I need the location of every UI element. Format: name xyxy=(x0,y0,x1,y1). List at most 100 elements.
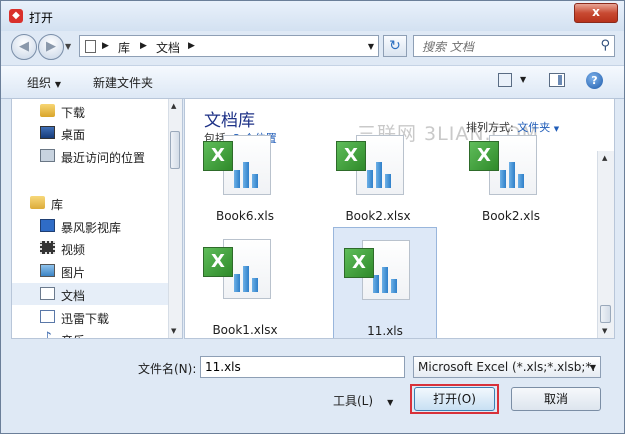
sidebar-item-pictures[interactable]: 图片 xyxy=(12,260,170,282)
arrange-value[interactable]: 文件夹 xyxy=(517,121,550,134)
new-folder-button[interactable]: 新建文件夹 xyxy=(93,74,153,91)
address-dropdown-icon[interactable]: ▼ xyxy=(368,42,374,51)
open-file-dialog: ◆ 打开 x ◀ ▶ ▼ ▶ 库 ▶ 文档 ▶ ▼ ↻ ⚲ 组织 ▼ 新建文件夹… xyxy=(0,0,625,434)
view-dropdown-icon[interactable]: ▼ xyxy=(520,75,526,84)
video-icon xyxy=(40,241,55,254)
library-title: 文档库 xyxy=(204,111,255,131)
help-icon[interactable]: ? xyxy=(586,72,603,89)
sidebar-item-videos[interactable]: 视频 xyxy=(12,237,170,259)
documents-icon xyxy=(40,287,55,300)
excel-logo-icon: X xyxy=(469,141,499,171)
sidebar-item-recent-places[interactable]: 最近访问的位置 xyxy=(12,145,170,167)
refresh-icon[interactable]: ↻ xyxy=(383,35,407,57)
search-box[interactable]: ⚲ xyxy=(413,35,615,57)
recent-places-icon xyxy=(40,149,55,162)
navigation-bar: ◀ ▶ ▼ ▶ 库 ▶ 文档 ▶ ▼ ↻ ⚲ xyxy=(1,31,624,63)
file-type-select[interactable]: Microsoft Excel (*.xls;*.xlsb;*. ▼ xyxy=(413,356,601,378)
tools-dropdown-icon: ▼ xyxy=(387,398,394,407)
arrange-by[interactable]: 排列方式: 文件夹 ▼ xyxy=(466,119,559,135)
tools-button[interactable]: 工具(L) ▼ xyxy=(333,392,393,409)
sidebar-item-desktop[interactable]: 桌面 xyxy=(12,122,170,144)
file-name: Book2.xls xyxy=(481,209,540,223)
change-view-icon[interactable] xyxy=(498,73,512,87)
thunder-download-icon xyxy=(40,310,55,323)
breadcrumb-library[interactable]: 库 xyxy=(118,39,130,56)
organize-button[interactable]: 组织 ▼ xyxy=(27,74,61,91)
excel-logo-icon: X xyxy=(203,141,233,171)
search-input[interactable] xyxy=(420,38,594,56)
video-library-icon xyxy=(40,219,55,232)
music-icon: ♪ xyxy=(40,331,55,338)
file-list-scroll-thumb[interactable] xyxy=(600,305,611,323)
sidebar-item-label: 图片 xyxy=(61,266,86,280)
breadcrumb-documents[interactable]: 文档 xyxy=(156,39,180,56)
download-folder-icon xyxy=(40,104,55,117)
back-button[interactable]: ◀ xyxy=(11,34,37,60)
sidebar-scroll-thumb[interactable] xyxy=(170,131,180,169)
recent-pages-dropdown-icon[interactable]: ▼ xyxy=(65,42,71,51)
sidebar-item-label: 最近访问的位置 xyxy=(61,151,146,165)
arrange-dropdown-icon[interactable]: ▼ xyxy=(554,125,559,133)
close-button[interactable]: x xyxy=(574,3,618,23)
sidebar-item-documents[interactable]: 文档 xyxy=(12,283,170,305)
file-item-book6-xls[interactable]: X Book6.xls xyxy=(195,135,295,231)
file-item-11-xls[interactable]: X 11.xls xyxy=(333,227,437,338)
title-bar: ◆ 打开 x xyxy=(1,1,624,31)
sidebar-item-thunder-downloads[interactable]: 迅雷下载 xyxy=(12,306,170,328)
sidebar-item-video-library[interactable]: 暴风影视库 xyxy=(12,215,170,237)
scroll-up-icon[interactable]: ▲ xyxy=(602,154,607,162)
forward-button[interactable]: ▶ xyxy=(38,34,64,60)
address-bar[interactable]: ▶ 库 ▶ 文档 ▶ ▼ xyxy=(79,35,379,57)
desktop-icon xyxy=(40,126,55,139)
preview-pane-icon[interactable] xyxy=(549,73,565,87)
sidebar-item-label: 视频 xyxy=(61,243,86,257)
search-icon[interactable]: ⚲ xyxy=(600,38,610,53)
navigation-pane: 下载 桌面 最近访问的位置 库 暴风影视库 视频 图片 文档 迅雷下载 ♪ ▲ … xyxy=(11,98,183,339)
file-list-scrollbar[interactable]: ▲ ▼ xyxy=(597,151,614,338)
organize-label: 组织 xyxy=(27,76,52,90)
file-type-dropdown-icon[interactable]: ▼ xyxy=(590,363,596,372)
file-name: 11.xls xyxy=(367,324,403,338)
library-icon xyxy=(30,196,45,209)
file-name: Book6.xls xyxy=(215,209,274,223)
scroll-up-icon[interactable]: ▲ xyxy=(171,102,176,110)
pictures-icon xyxy=(40,264,55,277)
file-list-pane: 文档库 包括: 2 个位置 三联网 3LIAN.COM 排列方式: 文件夹 ▼ … xyxy=(184,98,615,339)
file-item-book2-xlsx[interactable]: X Book2.xlsx xyxy=(328,135,428,231)
sidebar-item-label: 迅雷下载 xyxy=(61,312,110,326)
excel-logo-icon: X xyxy=(344,248,374,278)
file-name: Book1.xlsx xyxy=(212,323,278,337)
sidebar-scrollbar[interactable]: ▲ ▼ xyxy=(168,99,182,338)
cancel-button[interactable]: 取消 xyxy=(511,387,601,411)
command-toolbar: 组织 ▼ 新建文件夹 ▼ ? xyxy=(1,65,624,99)
scroll-down-icon[interactable]: ▼ xyxy=(602,327,607,335)
sidebar-item-label: 下载 xyxy=(61,106,86,120)
sidebar-item-libraries[interactable]: 库 xyxy=(12,192,170,214)
sidebar-item-label: 桌面 xyxy=(61,128,86,142)
folder-page-icon xyxy=(85,40,96,53)
file-type-value: Microsoft Excel (*.xls;*.xlsb;*. xyxy=(418,360,596,374)
open-button[interactable]: 打开(O) xyxy=(414,387,495,411)
organize-dropdown-icon: ▼ xyxy=(54,80,61,89)
breadcrumb-arrow-icon[interactable]: ▶ xyxy=(140,41,147,51)
sidebar-item-downloads[interactable]: 下载 xyxy=(12,100,170,122)
excel-logo-icon: X xyxy=(203,247,233,277)
excel-logo-icon: X xyxy=(336,141,366,171)
sidebar-item-label: 音乐 xyxy=(61,332,85,338)
file-item-book2-xls[interactable]: X Book2.xls xyxy=(461,135,561,231)
filename-input[interactable] xyxy=(200,356,405,378)
sidebar-item-label: 文档 xyxy=(61,289,86,303)
app-icon: ◆ xyxy=(9,9,23,23)
breadcrumb-arrow-icon[interactable]: ▶ xyxy=(102,41,109,51)
scroll-down-icon[interactable]: ▼ xyxy=(171,327,176,335)
tools-label: 工具(L) xyxy=(333,394,374,408)
filename-label: 文件名(N): xyxy=(138,362,197,376)
file-name: Book2.xlsx xyxy=(345,209,411,223)
file-item-book1-xlsx[interactable]: X Book1.xlsx xyxy=(195,227,295,337)
sidebar-item-label: 暴风影视库 xyxy=(61,221,122,235)
sidebar-item-label: 库 xyxy=(51,198,64,212)
window-title: 打开 xyxy=(29,11,54,25)
sidebar-item-music[interactable]: ♪ 音乐 xyxy=(12,328,170,338)
arrange-label: 排列方式: xyxy=(466,121,514,134)
breadcrumb-arrow-icon[interactable]: ▶ xyxy=(188,41,195,51)
